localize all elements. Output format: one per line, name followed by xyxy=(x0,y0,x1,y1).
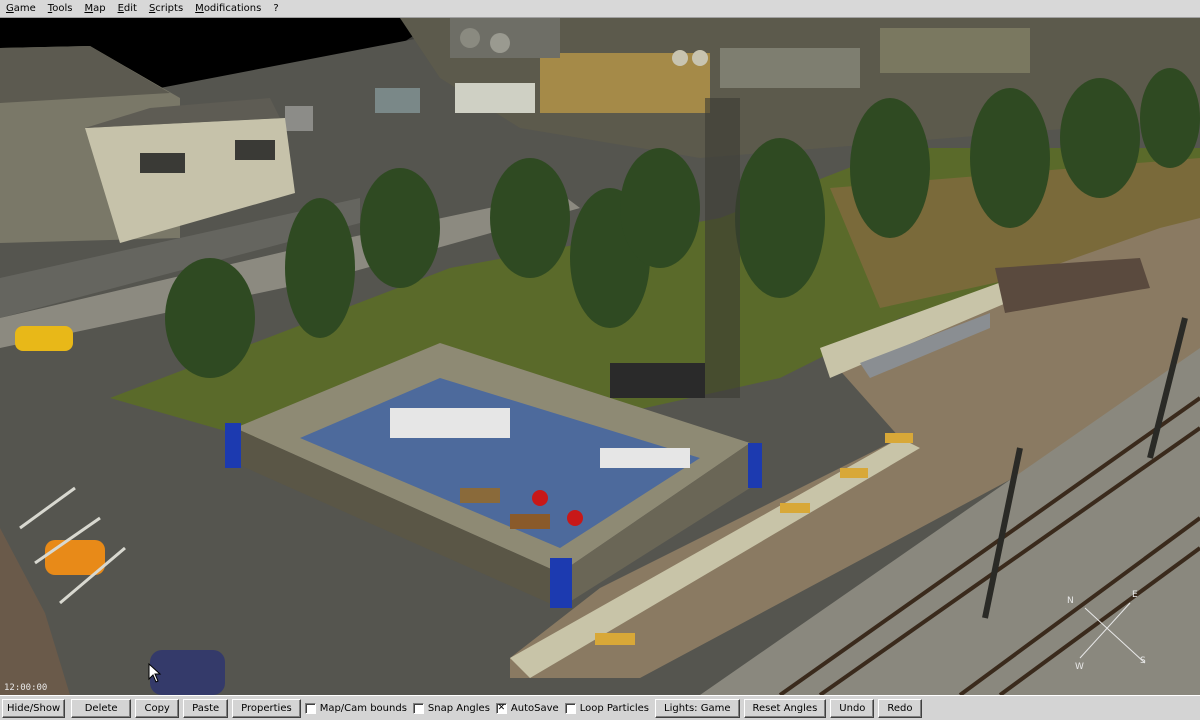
snap-angles-label: Snap Angles xyxy=(427,702,490,714)
game-clock: 12:00:00 xyxy=(4,683,48,693)
snap-angles-checkbox-box[interactable] xyxy=(412,702,424,714)
compass-s-label: S xyxy=(1140,656,1146,666)
map-cam-bounds-checkbox[interactable]: Map/Cam bounds xyxy=(304,702,407,714)
loop-particles-checkbox[interactable]: Loop Particles xyxy=(564,702,650,714)
reset-angles-button[interactable]: Reset Angles xyxy=(743,698,827,718)
autosave-checkbox-box[interactable]: ✕ xyxy=(495,702,507,714)
autosave-label: AutoSave xyxy=(510,702,559,714)
orange-car xyxy=(45,540,105,575)
menu-modifications[interactable]: Modifications xyxy=(189,0,267,18)
pylon xyxy=(705,98,740,398)
delete-button[interactable]: Delete xyxy=(71,698,132,718)
redo-button[interactable]: Redo xyxy=(878,698,922,718)
menu-game[interactable]: Game xyxy=(0,0,42,18)
snap-angles-checkbox[interactable]: Snap Angles xyxy=(412,702,490,714)
kiosk xyxy=(610,363,705,398)
map-cam-bounds-label: Map/Cam bounds xyxy=(319,702,407,714)
undo-button[interactable]: Undo xyxy=(830,698,875,718)
map-cam-bounds-checkbox-box[interactable] xyxy=(304,702,316,714)
menu-edit[interactable]: Edit xyxy=(112,0,143,18)
menu-tools[interactable]: Tools xyxy=(42,0,79,18)
map-viewport[interactable]: N E S W 12:00:00 xyxy=(0,18,1200,695)
copy-button[interactable]: Copy xyxy=(135,698,180,718)
menu-map[interactable]: Map xyxy=(78,0,111,18)
loop-particles-checkbox-box[interactable] xyxy=(564,702,576,714)
compass-n-label: N xyxy=(1067,596,1074,606)
yellow-car xyxy=(15,326,73,351)
loop-particles-label: Loop Particles xyxy=(579,702,650,714)
mouse-cursor-icon xyxy=(148,663,162,683)
autosave-checkbox[interactable]: ✕ AutoSave xyxy=(495,702,559,714)
truck xyxy=(455,83,535,113)
truck xyxy=(375,88,420,113)
menu-bar: Game Tools Map Edit Scripts Modification… xyxy=(0,0,1200,18)
paste-button[interactable]: Paste xyxy=(183,698,229,718)
properties-button[interactable]: Properties xyxy=(232,698,301,718)
scene-render xyxy=(0,18,1200,695)
compass-w-label: W xyxy=(1075,662,1084,672)
menu-help[interactable]: ? xyxy=(267,0,284,18)
menu-scripts[interactable]: Scripts xyxy=(143,0,189,18)
compass-e-label: E xyxy=(1132,590,1138,600)
hide-show-button[interactable]: Hide/Show xyxy=(2,698,66,718)
lights-button[interactable]: Lights: Game xyxy=(655,698,740,718)
editor-toolbar: Hide/Show Delete Copy Paste Properties M… xyxy=(0,695,1200,720)
